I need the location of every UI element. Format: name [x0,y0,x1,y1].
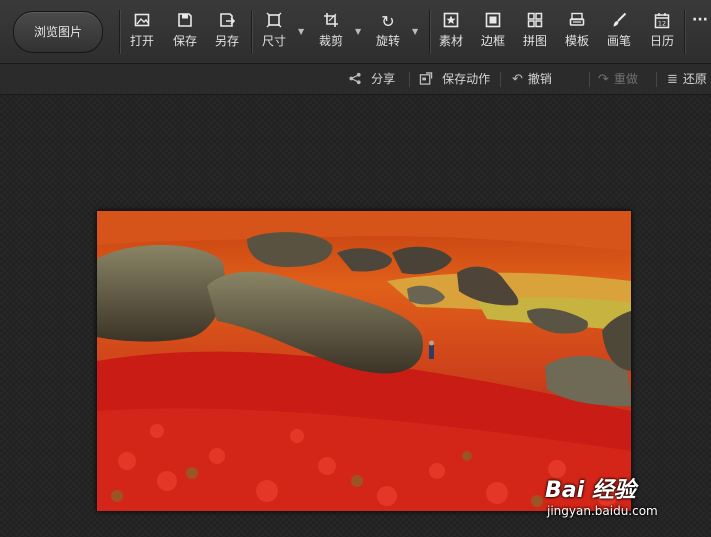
crop-icon [316,12,346,32]
template-button[interactable]: 模板 [562,12,592,56]
brush-label: 画笔 [606,34,631,48]
calendar-icon: 12 [647,12,677,32]
redo-icon: ↷ [598,72,609,87]
collage-label: 拼图 [522,34,547,48]
size-dropdown-caret-icon[interactable]: ▼ [298,27,304,36]
restore-label: 还原 [682,72,707,86]
open-button[interactable]: 打开 [127,12,157,56]
save-as-button[interactable]: 另存 [212,12,242,56]
watermark-url: jingyan.baidu.com [547,504,658,518]
browse-images-button[interactable]: 浏览图片 [13,11,103,53]
watermark-logo: Bai 经验 [545,478,636,503]
material-label: 素材 [438,34,463,48]
template-icon [562,12,592,32]
rotate-button[interactable]: ↻ 旋转 [373,12,403,56]
save-button[interactable]: 保存 [170,12,200,56]
undo-label: 撤销 [527,72,552,86]
more-icon: ··· [692,12,708,28]
restore-icon: ≣ [667,72,678,87]
save-action-icon [419,72,437,87]
crop-button[interactable]: 裁剪 [316,12,346,56]
open-label: 打开 [129,34,154,48]
calendar-label: 日历 [649,34,674,48]
redo-label: 重做 [613,72,638,86]
restore-button[interactable]: ≣ 还原 [667,64,707,94]
landscape-photo [97,211,631,511]
toolbar-divider [429,10,430,54]
rotate-dropdown-caret-icon[interactable]: ▼ [412,27,418,36]
main-toolbar: 浏览图片 打开 保存 另存 尺寸 ▼ 裁剪 ▼ ↻ 旋转 ▼ 素材 边框 拼图 … [0,0,711,64]
toolbar-divider [251,10,252,54]
calendar-day-number: 12 [658,20,666,28]
rotate-label: 旋转 [375,34,400,48]
action-divider [656,72,657,87]
save-action-label: 保存动作 [442,72,491,86]
collage-icon [520,12,550,32]
redo-button[interactable]: ↷ 重做 [598,64,638,94]
action-divider [409,72,410,87]
template-label: 模板 [564,34,589,48]
material-button[interactable]: 素材 [436,12,466,56]
brush-icon [604,12,634,32]
crop-dropdown-caret-icon[interactable]: ▼ [355,27,361,36]
baidu-jingyan-watermark: Bai 经验 jingyan.baidu.com [545,470,705,525]
collage-button[interactable]: 拼图 [520,12,550,56]
action-divider [589,72,590,87]
calendar-button[interactable]: 12 日历 [647,12,677,56]
open-image-icon [127,12,157,32]
save-label: 保存 [172,34,197,48]
border-label: 边框 [480,34,505,48]
size-button[interactable]: 尺寸 [259,12,289,56]
size-label: 尺寸 [261,34,286,48]
action-bar: 分享 保存动作 ↶撤销 ▼ ↷重做 ≣还原 [0,64,711,148]
share-icon [348,72,366,87]
border-button[interactable]: 边框 [478,12,508,56]
share-label: 分享 [371,72,396,86]
brush-button[interactable]: 画笔 [604,12,634,56]
action-divider [500,72,501,87]
save-action-button[interactable]: 保存动作 [419,64,490,94]
toolbar-divider [119,10,120,54]
sticker-icon [436,12,466,32]
share-button[interactable]: 分享 [348,64,395,94]
undo-button[interactable]: ↶ 撤销 [512,64,552,94]
save-icon [170,12,200,32]
save-as-icon [212,12,242,32]
toolbar-divider [684,10,685,54]
save-as-label: 另存 [214,34,239,48]
crop-label: 裁剪 [318,34,343,48]
rotate-icon: ↻ [381,12,395,31]
more-button[interactable]: ··· [690,10,710,54]
resize-icon [259,12,289,32]
frame-icon [478,12,508,32]
undo-icon: ↶ [512,72,523,87]
